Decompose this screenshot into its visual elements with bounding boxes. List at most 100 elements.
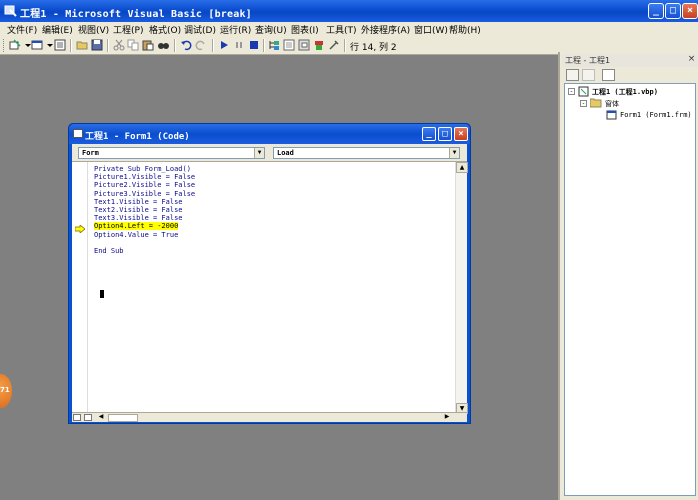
cut-icon[interactable] (113, 39, 125, 51)
window-title: 工程1 - Microsoft Visual Basic [break] (20, 9, 252, 20)
add-form-icon[interactable] (31, 39, 43, 51)
project-icon (578, 86, 589, 97)
menu-editor-icon[interactable] (54, 39, 66, 51)
copy-icon[interactable] (127, 39, 139, 51)
properties-window-icon[interactable] (283, 39, 295, 51)
tree-node-project[interactable]: 工程1 (工程1.vbp) (592, 87, 658, 97)
menu-edit[interactable]: 编辑(E) (42, 23, 73, 36)
add-form-dropdown-icon[interactable] (44, 39, 53, 51)
procedure-combo-value: Load (277, 149, 294, 157)
maximize-button[interactable]: □ (665, 3, 681, 19)
menu-help[interactable]: 帮助(H) (449, 23, 481, 36)
toggle-folders-icon[interactable] (602, 69, 615, 81)
tree-node-form1[interactable]: Form1 (Form1.frm) (620, 111, 692, 119)
full-module-view-icon[interactable] (84, 414, 92, 421)
code-window-icon (73, 129, 83, 138)
horizontal-scroll-thumb[interactable] (108, 414, 138, 422)
open-project-icon[interactable] (76, 39, 88, 51)
procedure-view-icon[interactable] (73, 414, 81, 421)
menu-addins[interactable]: 外接程序(A) (361, 23, 410, 36)
menu-tools[interactable]: 工具(T) (326, 23, 357, 36)
tree-node-forms-folder[interactable]: 窗体 (605, 99, 619, 109)
execution-pointer-icon (75, 225, 85, 233)
folder-icon (590, 98, 602, 108)
project-explorer-icon[interactable] (268, 39, 280, 51)
code-line: Picture1.Visible = False (94, 173, 196, 182)
project-explorer-title: 工程 - 工程1 (565, 56, 611, 65)
title-bar: 工程1 - Microsoft Visual Basic [break] _ □… (0, 0, 698, 22)
menu-project[interactable]: 工程(P) (113, 23, 143, 36)
object-combo-value: Form (82, 149, 99, 157)
code-line: Text1.Visible = False (94, 197, 183, 206)
cursor-position: 行 14, 列 2 (350, 43, 397, 53)
form-layout-icon[interactable] (298, 39, 310, 51)
project-explorer-titlebar[interactable]: 工程 - 工程1 × (562, 54, 698, 67)
menu-bar: 文件(F) 编辑(E) 视图(V) 工程(P) 格式(O) 调试(D) 运行(R… (0, 22, 698, 36)
object-browser-icon[interactable] (313, 39, 325, 51)
horizontal-scrollbar[interactable]: ◀ ▶ (72, 412, 467, 422)
scroll-up-icon[interactable]: ▲ (456, 162, 468, 173)
save-project-icon[interactable] (91, 39, 103, 51)
toolbox-icon[interactable] (328, 39, 340, 51)
break-icon[interactable] (233, 39, 245, 51)
margin-indicator-bar[interactable] (72, 162, 88, 414)
code-line: Picture3.Visible = False (94, 189, 196, 198)
find-icon[interactable] (157, 39, 169, 51)
menu-format[interactable]: 格式(O) (149, 23, 181, 36)
paste-icon[interactable] (142, 39, 154, 51)
close-button[interactable]: × (682, 3, 698, 19)
view-object-icon[interactable] (582, 69, 595, 81)
chevron-down-icon[interactable]: ▼ (449, 148, 459, 158)
code-line: Text2.Visible = False (94, 205, 183, 214)
menu-diagram[interactable]: 图表(I) (291, 23, 319, 36)
text-cursor (100, 290, 104, 298)
project-tree[interactable]: - 工程1 (工程1.vbp) - 窗体 Form1 (Form1.frm) (564, 83, 696, 496)
menu-view[interactable]: 视图(V) (78, 23, 109, 36)
highlighted-statement: Option4.Left = -2000 (94, 222, 179, 231)
badge-text: 71 (0, 386, 10, 394)
code-line: Option4.Value = True (94, 230, 179, 239)
view-code-icon[interactable] (566, 69, 579, 81)
object-combo[interactable]: Form ▼ (78, 147, 265, 159)
procedure-combo[interactable]: Load ▼ (273, 147, 460, 159)
scroll-right-icon[interactable]: ▶ (442, 413, 452, 422)
add-project-icon[interactable] (9, 39, 21, 51)
code-lines: Private Sub Form_Load() Picture1.Visible… (94, 165, 195, 255)
code-line-current: Option4.Left = -2000 (94, 222, 195, 231)
form-icon (606, 110, 617, 120)
vertical-scrollbar[interactable]: ▲ ▼ (455, 162, 468, 414)
end-icon[interactable] (248, 39, 260, 51)
code-line: Picture2.Visible = False (94, 181, 196, 190)
code-editor[interactable]: Private Sub Form_Load() Picture1.Visible… (72, 161, 468, 414)
code-window-body: Form ▼ Load ▼ Private Sub Form_Load() Pi… (72, 144, 468, 422)
toolbar-grip[interactable] (3, 39, 6, 52)
chevron-down-icon[interactable]: ▼ (254, 148, 264, 158)
project-explorer-toolbar (562, 67, 698, 83)
menu-debug[interactable]: 调试(D) (184, 23, 216, 36)
menu-window[interactable]: 窗口(W) (414, 23, 448, 36)
code-window-title: 工程1 - Form1 (Code) (85, 132, 190, 142)
project-explorer: 工程 - 工程1 × - 工程1 (工程1.vbp) - 窗体 Form1 (F… (558, 52, 698, 500)
menu-query[interactable]: 查询(U) (255, 23, 287, 36)
menu-run[interactable]: 运行(R) (220, 23, 251, 36)
vb-app-icon[interactable] (4, 4, 18, 18)
scroll-left-icon[interactable]: ◀ (96, 413, 106, 422)
close-icon[interactable]: × (686, 54, 697, 65)
minimize-button[interactable]: _ (648, 3, 664, 19)
add-project-dropdown-icon[interactable] (22, 39, 31, 51)
undo-icon[interactable] (180, 39, 192, 51)
code-line: Private Sub Form_Load() (94, 165, 191, 173)
code-window[interactable]: 工程1 - Form1 (Code) _ □ × Form ▼ Load ▼ P… (68, 123, 471, 424)
menu-file[interactable]: 文件(F) (7, 23, 37, 36)
code-minimize-button[interactable]: _ (422, 127, 436, 141)
code-line: Text3.Visible = False (94, 214, 183, 223)
code-maximize-button[interactable]: □ (438, 127, 452, 141)
start-icon[interactable] (218, 39, 230, 51)
redo-icon[interactable] (195, 39, 207, 51)
code-line: End Sub (94, 246, 124, 255)
code-close-button[interactable]: × (454, 127, 468, 141)
collapse-icon[interactable]: - (568, 88, 575, 95)
collapse-icon[interactable]: - (580, 100, 587, 107)
code-window-titlebar[interactable]: 工程1 - Form1 (Code) _ □ × (69, 124, 470, 144)
